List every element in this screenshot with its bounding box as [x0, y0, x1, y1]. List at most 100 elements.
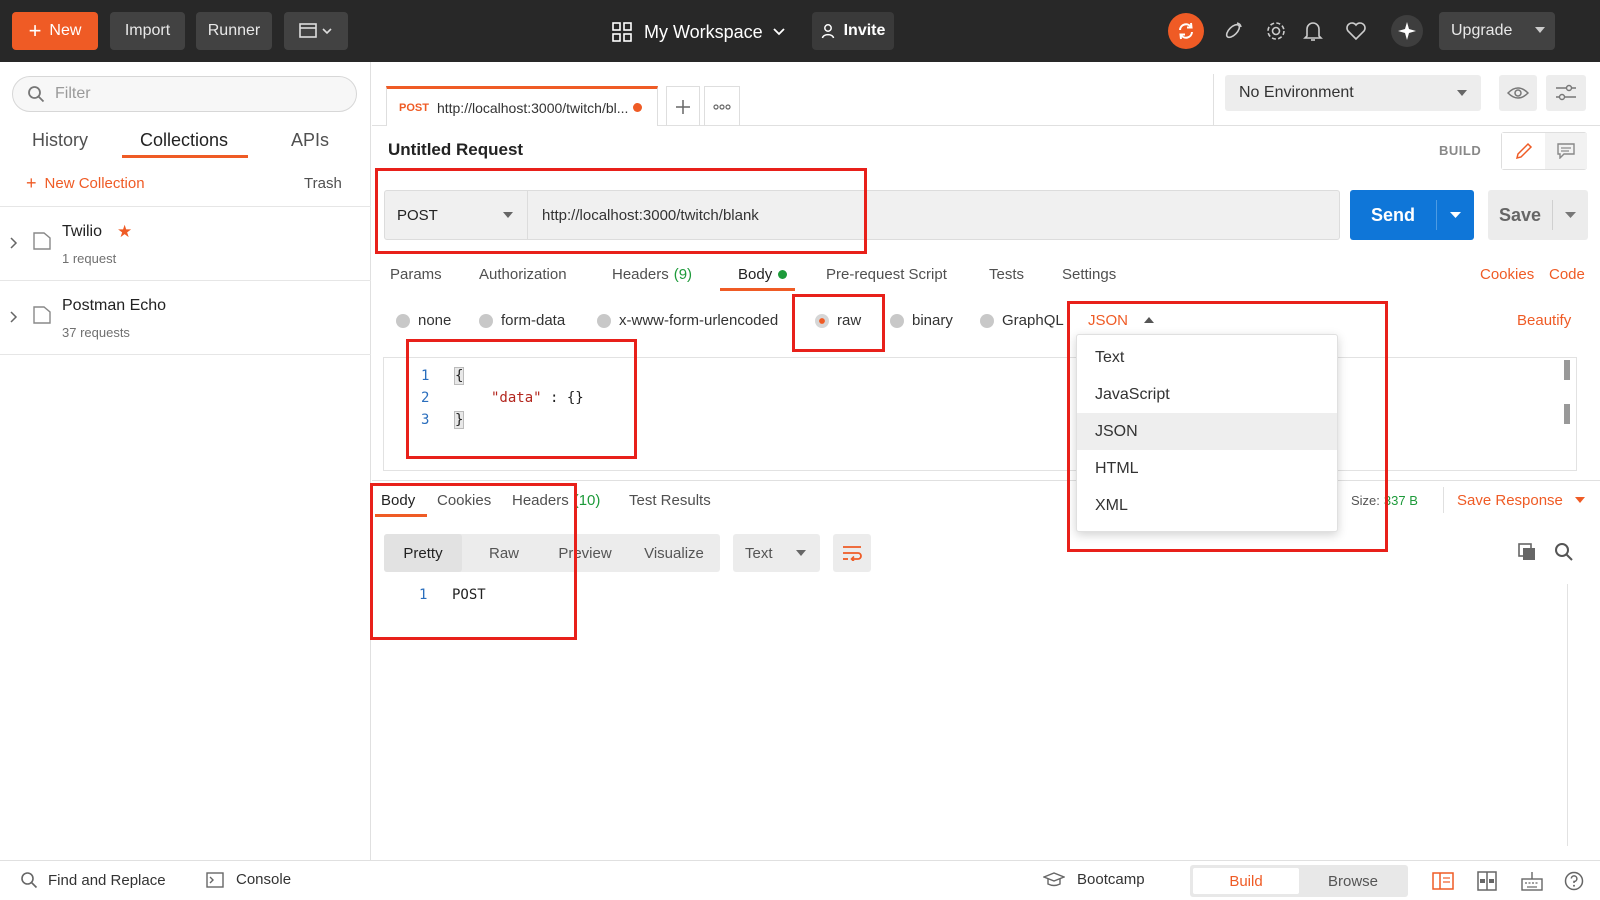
help-icon[interactable] [1564, 871, 1584, 891]
filter-input[interactable]: Filter [12, 76, 357, 112]
format-select[interactable]: JSON [1088, 312, 1155, 329]
menu-item-xml[interactable]: XML [1077, 487, 1337, 524]
radio-dot [479, 313, 493, 328]
console-button[interactable]: Console [206, 871, 291, 888]
tab-history[interactable]: History [32, 130, 88, 151]
radio-form-data[interactable]: form-data [479, 312, 565, 329]
sync-button[interactable] [1168, 13, 1204, 49]
response-scroll-track[interactable] [1567, 584, 1568, 846]
response-tab-headers[interactable]: Headers (10) [512, 492, 600, 509]
environment-quick-look-button[interactable] [1499, 75, 1537, 111]
menu-item-json[interactable]: JSON [1077, 413, 1337, 450]
url-input[interactable]: http://localhost:3000/twitch/blank [528, 191, 1339, 239]
new-button[interactable]: + New [12, 12, 98, 50]
sidebar: Filter History Collections APIs + New Co… [0, 62, 371, 860]
layout-icon[interactable] [1477, 871, 1497, 891]
wrap-icon [841, 545, 863, 561]
request-title[interactable]: Untitled Request [388, 140, 523, 160]
scrollbar-thumb[interactable] [1564, 404, 1570, 424]
response-tab-test-results[interactable]: Test Results [629, 492, 711, 509]
response-tab-body[interactable]: Body [381, 492, 415, 509]
chevron-right-icon[interactable] [10, 311, 18, 323]
response-tab-cookies[interactable]: Cookies [437, 492, 491, 509]
save-button[interactable]: Save [1488, 190, 1552, 240]
active-tab-underline [122, 155, 248, 158]
browse-button[interactable]: Browse [1301, 868, 1405, 894]
send-options-button[interactable] [1437, 190, 1474, 240]
response-format-select[interactable]: Text [733, 534, 820, 572]
new-collection-button[interactable]: + New Collection [26, 174, 145, 192]
caret-down-icon [1450, 211, 1461, 219]
radio-binary[interactable]: binary [890, 312, 953, 329]
tab-collections[interactable]: Collections [140, 130, 228, 151]
radio-graphql[interactable]: GraphQL [980, 312, 1064, 329]
caret-down-icon [1457, 90, 1467, 97]
radio-none[interactable]: none [396, 312, 451, 329]
view-mode-preview[interactable]: Preview [542, 534, 628, 572]
pane-divider[interactable] [372, 480, 1600, 481]
menu-item-text[interactable]: Text [1077, 339, 1337, 376]
add-tab-button[interactable] [666, 86, 700, 126]
request-tab[interactable]: POST http://localhost:3000/twitch/bl... [386, 86, 658, 126]
cookies-link[interactable]: Cookies [1480, 266, 1534, 283]
new-collection-label: New Collection [44, 174, 145, 192]
copy-icon[interactable] [1517, 542, 1537, 562]
environment-select[interactable]: No Environment [1225, 75, 1481, 111]
heart-icon[interactable] [1343, 18, 1369, 44]
gear-icon[interactable] [1263, 18, 1289, 44]
upgrade-button[interactable]: Upgrade [1439, 12, 1555, 50]
manage-environments-button[interactable] [1546, 75, 1586, 111]
sparkle-button[interactable] [1391, 15, 1423, 47]
response-line-number: 1 [419, 587, 428, 603]
collection-name: Postman Echo [62, 297, 167, 314]
wrap-lines-button[interactable] [833, 534, 871, 572]
invite-button[interactable]: Invite [812, 12, 894, 50]
two-pane-view-icon[interactable] [1432, 872, 1454, 890]
tab-tests[interactable]: Tests [989, 266, 1024, 283]
chevron-right-icon[interactable] [10, 237, 18, 249]
trash-button[interactable]: Trash [304, 175, 342, 192]
satellite-icon[interactable] [1220, 18, 1246, 44]
new-window-button[interactable] [284, 12, 348, 50]
view-mode-visualize[interactable]: Visualize [628, 534, 720, 572]
tab-settings[interactable]: Settings [1062, 266, 1116, 283]
collection-item[interactable]: Twilio ★ 1 request [0, 207, 371, 281]
radio-x-www-form-urlencoded[interactable]: x-www-form-urlencoded [597, 312, 778, 329]
bootcamp-button[interactable]: Bootcamp [1043, 871, 1145, 888]
import-button[interactable]: Import [110, 12, 185, 50]
tab-params[interactable]: Params [390, 266, 442, 283]
build-button[interactable]: Build [1193, 868, 1299, 894]
collection-item[interactable]: Postman Echo 37 requests [0, 281, 371, 355]
menu-item-html[interactable]: HTML [1077, 450, 1337, 487]
size-label: Size: [1351, 493, 1380, 508]
runner-button[interactable]: Runner [196, 12, 272, 50]
find-replace-button[interactable]: Find and Replace [20, 871, 166, 889]
comments-button[interactable] [1545, 133, 1587, 169]
tab-pre-request-script[interactable]: Pre-request Script [826, 266, 947, 283]
workspace-switcher[interactable]: My Workspace [612, 18, 785, 46]
tab-authorization[interactable]: Authorization [479, 266, 567, 283]
method-select[interactable]: POST [385, 191, 528, 239]
code-link[interactable]: Code [1549, 266, 1585, 283]
view-mode-pretty[interactable]: Pretty [384, 534, 462, 572]
save-options-button[interactable] [1553, 190, 1588, 240]
body-editor[interactable]: 1 { 2 "data" : {} 3 } [383, 357, 1577, 471]
keyboard-icon[interactable] [1521, 871, 1543, 891]
tab-headers[interactable]: Headers (9) [612, 266, 692, 283]
bell-icon[interactable] [1300, 18, 1326, 44]
save-response-button[interactable]: Save Response [1457, 492, 1585, 509]
edit-button[interactable] [1502, 133, 1545, 169]
scrollbar-thumb[interactable] [1564, 360, 1570, 380]
collection-count: 37 requests [62, 325, 130, 340]
send-button[interactable]: Send [1350, 190, 1436, 240]
search-icon[interactable] [1554, 542, 1574, 562]
view-mode-raw[interactable]: Raw [466, 534, 542, 572]
more-tabs-button[interactable] [704, 86, 740, 126]
radio-raw[interactable]: raw [815, 312, 861, 329]
sync-icon [1176, 21, 1196, 41]
tab-body[interactable]: Body [738, 266, 788, 283]
beautify-link[interactable]: Beautify [1517, 312, 1571, 329]
tab-apis[interactable]: APIs [291, 130, 329, 151]
menu-item-javascript[interactable]: JavaScript [1077, 376, 1337, 413]
star-icon[interactable]: ★ [117, 222, 132, 242]
